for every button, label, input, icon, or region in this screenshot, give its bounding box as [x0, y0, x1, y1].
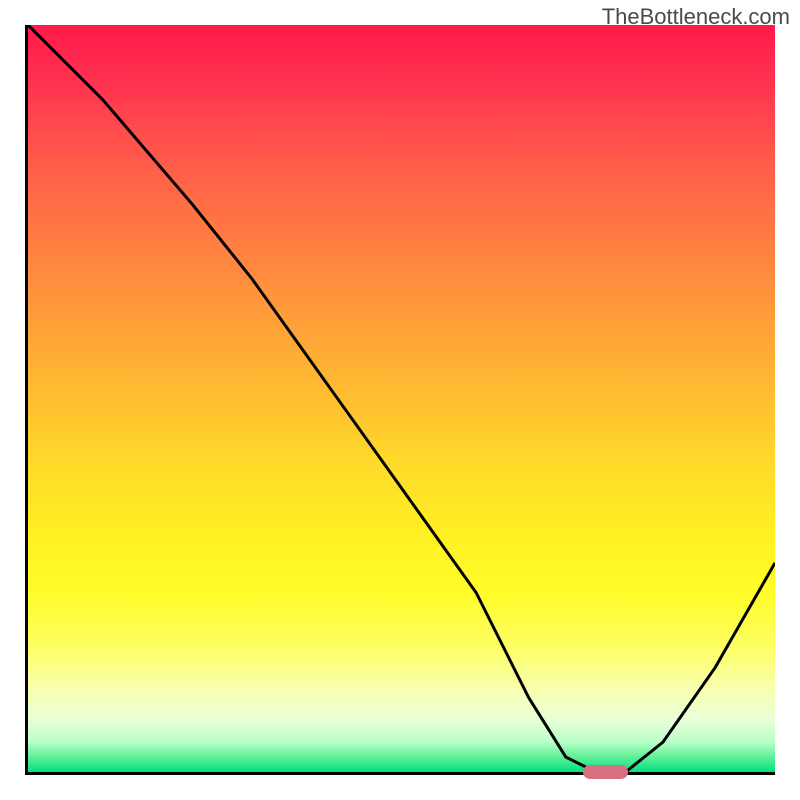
watermark-text: TheBottleneck.com — [602, 4, 790, 30]
bottleneck-curve — [28, 25, 775, 772]
optimum-marker — [583, 765, 628, 779]
plot-area — [25, 25, 775, 775]
